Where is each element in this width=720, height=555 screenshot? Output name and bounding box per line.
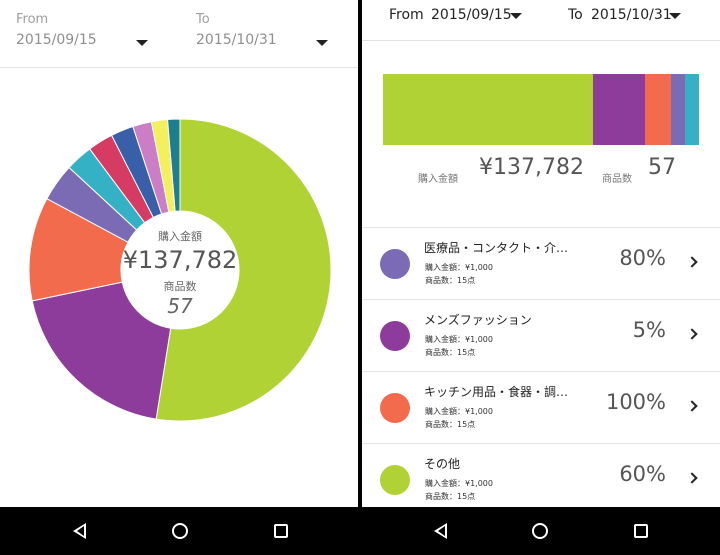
chevron-down-icon: [136, 40, 148, 46]
stacked-bar-segment: [383, 74, 594, 145]
donut-amount-value: ¥137,782: [122, 246, 238, 274]
nav-bar-right: [362, 507, 720, 555]
recent-apps-icon[interactable]: [274, 524, 288, 538]
category-row[interactable]: キッチン用品・食器・調… 購入金額：¥1,000 商品数：15点 100%: [362, 371, 720, 443]
summary-count-value: 57: [648, 155, 676, 180]
stacked-bar-segment: [645, 74, 672, 145]
category-row[interactable]: 医療品・コンタクト・介… 購入金額：¥1,000 商品数：15点 80%: [362, 227, 720, 299]
category-row[interactable]: メンズファッション購入金額：¥1,000 商品数：15点 5%: [362, 299, 720, 371]
chevron-down-icon: [510, 13, 522, 19]
back-icon[interactable]: [73, 523, 86, 539]
stacked-bar-segment: [671, 74, 686, 145]
category-percent: 100%: [605, 390, 666, 414]
category-percent: 80%: [619, 246, 666, 270]
chevron-right-icon: [686, 472, 698, 484]
category-color-dot: [380, 393, 410, 423]
donut-amount-label: 購入金額: [158, 230, 202, 243]
category-name: メンズファッション: [424, 313, 532, 327]
category-count: 商品数：15点: [425, 492, 476, 501]
donut-view-panel: From 2015/09/15 To 2015/10/31 購入金額 ¥137,…: [0, 0, 358, 507]
category-count: 商品数：15点: [425, 420, 476, 429]
header-divider: [362, 40, 720, 41]
category-count: 商品数：15点: [425, 348, 476, 357]
to-label: To: [568, 7, 583, 23]
from-label: From: [389, 7, 424, 23]
home-icon[interactable]: [172, 523, 188, 539]
chevron-down-icon: [316, 40, 328, 46]
category-percent: 60%: [619, 462, 666, 486]
home-icon[interactable]: [532, 523, 548, 539]
screen: From 2015/09/15 To 2015/10/31 購入金額 ¥137,…: [0, 0, 720, 555]
category-color-dot: [380, 249, 410, 279]
to-date-value: 2015/10/31: [591, 7, 672, 23]
from-date-value: 2015/09/15: [16, 32, 97, 48]
summary-count-label: 商品数: [602, 174, 632, 185]
donut-count-label: 商品数: [163, 280, 197, 293]
nav-bar-left: [0, 507, 358, 555]
category-row[interactable]: その他購入金額：¥1,000 商品数：15点 60%: [362, 443, 720, 507]
category-name: キッチン用品・食器・調…: [424, 385, 569, 399]
from-label: From: [16, 12, 49, 27]
to-date-value: 2015/10/31: [196, 32, 277, 48]
to-label: To: [196, 12, 210, 27]
list-view-panel: From 2015/09/15 To 2015/10/31 購入金額 ¥137,…: [362, 0, 720, 507]
category-name: 医療品・コンタクト・介…: [424, 241, 569, 255]
chevron-down-icon: [669, 13, 681, 19]
category-percent: 5%: [632, 318, 666, 342]
category-color-dot: [380, 321, 410, 351]
summary-amount-value: ¥137,782: [479, 155, 584, 180]
chevron-right-icon: [686, 328, 698, 340]
category-amount: 購入金額：¥1,000: [425, 407, 493, 416]
category-amount: 購入金額：¥1,000: [425, 263, 493, 272]
donut-center-summary: 購入金額 ¥137,782 商品数 57: [120, 228, 240, 318]
category-count: 商品数：15点: [425, 276, 476, 285]
back-icon[interactable]: [434, 523, 447, 539]
stacked-bar-segment: [593, 74, 646, 145]
category-amount: 購入金額：¥1,000: [425, 335, 493, 344]
recent-apps-icon[interactable]: [634, 524, 648, 538]
category-stacked-bar: [383, 74, 699, 145]
category-name: その他: [424, 457, 461, 471]
summary-amount-label: 購入金額: [418, 174, 458, 185]
chevron-right-icon: [686, 256, 698, 268]
from-date-value: 2015/09/15: [431, 7, 512, 23]
donut-count-value: 57: [167, 294, 193, 318]
chevron-right-icon: [686, 400, 698, 412]
category-color-dot: [380, 465, 410, 495]
category-amount: 購入金額：¥1,000: [425, 479, 493, 488]
stacked-bar-segment: [685, 74, 699, 145]
